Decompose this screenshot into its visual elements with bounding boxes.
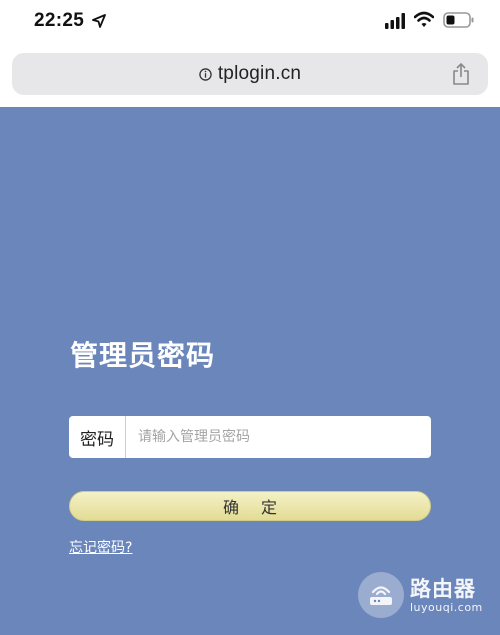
forgot-password-link[interactable]: 忘记密码?	[69, 537, 132, 557]
url-text[interactable]: tplogin.cn	[218, 63, 301, 85]
watermark-text: 路由器 luyouqi.com	[410, 577, 483, 614]
info-icon[interactable]	[199, 67, 212, 81]
confirm-button[interactable]: 确定	[69, 491, 431, 521]
password-label: 密码	[69, 416, 126, 458]
share-icon[interactable]	[452, 63, 470, 85]
password-field-group: 密码	[69, 416, 431, 458]
address-bar[interactable]: tplogin.cn	[12, 53, 488, 95]
status-time: 22:25	[34, 10, 85, 31]
watermark: 路由器 luyouqi.com	[358, 572, 483, 618]
browser-chrome: 22:25 tplogin.cn	[0, 0, 500, 107]
cellular-signal-icon	[385, 13, 405, 29]
battery-icon	[443, 12, 474, 28]
watermark-title: 路由器	[410, 576, 476, 601]
status-bar: 22:25	[0, 0, 500, 44]
location-arrow-icon	[92, 14, 106, 28]
watermark-url: luyouqi.com	[410, 600, 483, 614]
wifi-icon	[414, 11, 434, 27]
router-logo-icon	[358, 572, 404, 618]
password-input[interactable]	[126, 417, 431, 457]
page-title: 管理员密码	[70, 339, 216, 372]
